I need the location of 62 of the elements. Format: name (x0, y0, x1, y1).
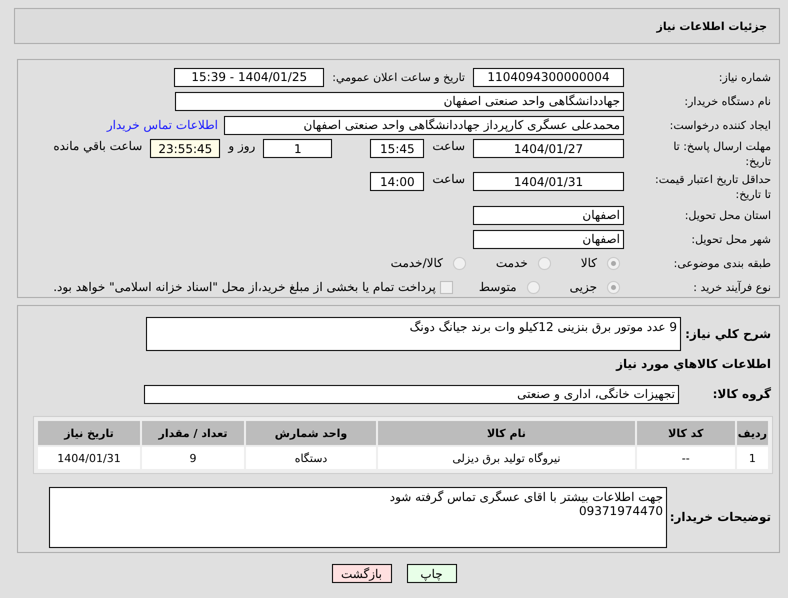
notes-line: 09371974470 (579, 504, 663, 518)
field-label: تاریخ و ساعت اعلان عمومي: (332, 70, 465, 84)
notes-line: جهت اطلاعات بیشتر با اقای عسگری تماس گرفته شود (388, 490, 663, 504)
payment-checkbox[interactable] (440, 280, 453, 294)
radio-label: کالا (580, 256, 597, 270)
page-title: جزئیات اطلاعات نیاز (656, 20, 767, 32)
table-cell: دستگاه (246, 447, 376, 469)
field-label: توضیحات خریدار: (668, 510, 771, 524)
days-label: روز و (228, 139, 256, 153)
announce-date-field: 1404/01/25 - 15:39 (174, 68, 324, 86)
table-cell: نیروگاه تولید برق دیزلی (378, 447, 635, 469)
time-label: ساعت (432, 139, 465, 153)
process-radio[interactable] (526, 280, 540, 294)
buyer-field: جهاددانشگاهی واحد صنعتی اصفهان (175, 92, 624, 110)
validity-time-field: 14:00 (370, 172, 424, 191)
column-header: واحد شمارش (246, 421, 376, 445)
field-label: حداقل تاریخ اعتبار قیمت: تا تاریخ: (654, 172, 771, 202)
radio-label: جزیی (570, 280, 597, 294)
field-label: ایجاد کننده درخواست: (668, 118, 771, 132)
column-header: نام کالا (378, 421, 635, 445)
radio-label: کالا/خدمت (390, 256, 443, 270)
deadline-date-field: 1404/01/27 (473, 139, 624, 158)
process-radio[interactable] (607, 280, 620, 294)
remaining-label: ساعت باقي مانده (53, 139, 142, 153)
table-cell: 9 (142, 447, 244, 469)
validity-date-field: 1404/01/31 (473, 172, 624, 191)
time-label: ساعت (432, 172, 465, 186)
radio-label: متوسط (478, 280, 517, 294)
category-radio[interactable] (538, 256, 551, 270)
field-label: شرح کلي نیاز: (684, 327, 771, 341)
description-textarea[interactable]: 9 عدد موتور برق بنزینی 12کیلو وات برند جیانگ دونگ (146, 317, 681, 351)
city-field: اصفهان (473, 230, 624, 248)
field-label: مهلت ارسال پاسخ: تا تاریخ: (672, 139, 771, 169)
field-label: شماره نیاز: (718, 70, 771, 84)
field-label: طبقه بندی موضوعی: (672, 256, 771, 270)
field-label: نوع فرآیند خرید : (692, 280, 771, 294)
table-cell: 1 (736, 447, 768, 469)
radio-label: خدمت (496, 256, 528, 270)
column-header: کد کالا (636, 421, 735, 445)
payment-label: پرداخت تمام یا بخشی از مبلغ خرید،از محل "اسناد خزانه اسلامی" خواهد بود. (53, 280, 436, 294)
province-field: اصفهان (473, 206, 624, 224)
back-button[interactable]: بازگشت (332, 564, 392, 583)
deadline-time-field: 15:45 (370, 139, 424, 158)
remaining-time-field: 23:55:45 (150, 139, 220, 158)
category-radio[interactable] (452, 256, 466, 270)
field-label: گروه کالا: (712, 387, 771, 401)
column-header: تعداد / مقدار (142, 421, 244, 445)
creator-field: محمدعلی عسگری کارپرداز جهاددانشگاهی واحد صنعتی اصفهان (224, 116, 624, 134)
category-radio[interactable] (607, 256, 620, 270)
column-header: ردیف (736, 421, 768, 445)
days-field: 1 (263, 139, 332, 158)
field-label: شهر محل تحویل: (690, 232, 771, 246)
column-header: تاریخ نیاز (38, 421, 140, 445)
print-button[interactable]: چاپ (406, 564, 456, 583)
section-heading: اطلاعات کالاهاي مورد نیاز (616, 357, 771, 371)
goods-group-field: تجهیزات خانگی، اداری و صنعتی (144, 384, 679, 404)
field-label: نام دستگاه خریدار: (683, 94, 771, 108)
buyer-contact-link[interactable]: اطلاعات تماس خریدار (106, 118, 218, 132)
table-cell: 1404/01/31 (38, 447, 140, 469)
table-cell: -- (636, 447, 735, 469)
field-label: استان محل تحویل: (684, 208, 771, 222)
need-number-field: 1104094300000004 (473, 68, 624, 86)
